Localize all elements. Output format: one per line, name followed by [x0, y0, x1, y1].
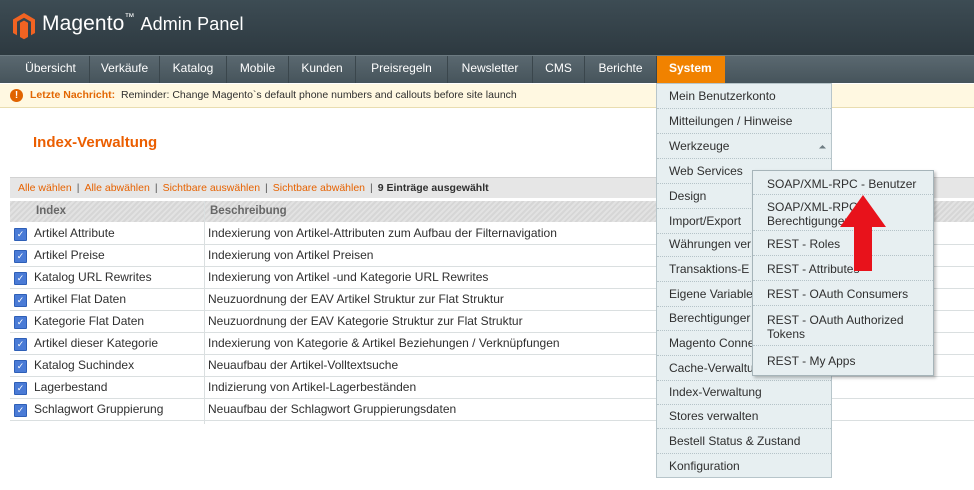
- page-title: Index-Verwaltung: [33, 134, 158, 151]
- row-checkbox[interactable]: ✓: [14, 250, 27, 263]
- menu-item-werkzeuge[interactable]: Werkzeuge: [657, 134, 831, 159]
- separator: |: [265, 182, 268, 194]
- admin-header: Magento™ Admin Panel: [0, 0, 974, 55]
- row-checkbox[interactable]: ✓: [14, 360, 27, 373]
- red-arrow-icon: [840, 195, 886, 271]
- separator: |: [370, 182, 373, 194]
- deselect-all-link[interactable]: Alle abwählen: [84, 182, 149, 194]
- submenu-item-rest-oauth-consumers[interactable]: REST - OAuth Consumers: [753, 281, 933, 306]
- index-description: Indexierung von Artikel -und Kategorie U…: [208, 270, 489, 284]
- nav-item-mobile[interactable]: Mobile: [227, 56, 289, 83]
- menu-item-konfiguration[interactable]: Konfiguration: [657, 454, 831, 479]
- menu-item-stores-verwalten[interactable]: Stores verwalten: [657, 404, 831, 429]
- brand-title[interactable]: Magento™ Admin Panel: [42, 12, 244, 36]
- nav-item-verkaeufe[interactable]: Verkäufe: [90, 56, 160, 83]
- row-checkbox[interactable]: ✓: [14, 404, 27, 417]
- submenu-item-rest-oauth-tokens[interactable]: REST - OAuth Authorized Tokens: [753, 306, 933, 346]
- submenu-label: REST - My Apps: [767, 354, 856, 368]
- row-checkbox[interactable]: ✓: [14, 338, 27, 351]
- menu-item-mitteilungen[interactable]: Mitteilungen / Hinweise: [657, 109, 831, 134]
- nav-item-katalog[interactable]: Katalog: [160, 56, 227, 83]
- select-all-link[interactable]: Alle wählen: [18, 182, 72, 194]
- index-name: Artikel Attribute: [34, 226, 115, 240]
- message-prefix: Letzte Nachricht:: [30, 89, 116, 101]
- submenu-item-rest-my-apps[interactable]: REST - My Apps: [753, 346, 933, 375]
- column-header-description[interactable]: Beschreibung: [210, 201, 287, 222]
- menu-item-mein-benutzerkonto[interactable]: Mein Benutzerkonto: [657, 84, 831, 109]
- index-name: Artikel Flat Daten: [34, 292, 127, 306]
- index-description: Indexierung von Kategorie & Artikel Bezi…: [208, 336, 560, 350]
- magento-logo-icon: [13, 13, 35, 40]
- nav-item-preisregeln[interactable]: Preisregeln: [356, 56, 448, 83]
- row-checkbox[interactable]: ✓: [14, 316, 27, 329]
- index-name: Lagerbestand: [34, 380, 108, 394]
- column-header-index[interactable]: Index: [36, 201, 66, 222]
- index-name: Katalog Suchindex: [34, 358, 135, 372]
- message-text[interactable]: Reminder: Change Magento`s default phone…: [121, 84, 517, 107]
- submenu-label: REST - OAuth Authorized: [767, 313, 904, 327]
- submenu-item-soap-users[interactable]: SOAP/XML-RPC - Benutzer: [753, 171, 933, 195]
- index-name: Kategorie Flat Daten: [34, 314, 145, 328]
- column-divider: [204, 201, 205, 424]
- row-checkbox[interactable]: ✓: [14, 272, 27, 285]
- index-name: Katalog URL Rewrites: [34, 270, 152, 284]
- nav-item-cms[interactable]: CMS: [533, 56, 585, 83]
- main-nav: Übersicht Verkäufe Katalog Mobile Kunden…: [0, 55, 974, 83]
- separator: |: [154, 182, 158, 194]
- row-checkbox[interactable]: ✓: [14, 294, 27, 307]
- index-name: Artikel dieser Kategorie: [34, 336, 159, 350]
- index-name: Schlagwort Gruppierung: [34, 402, 164, 416]
- row-checkbox[interactable]: ✓: [14, 382, 27, 395]
- index-description: Indizierung von Artikel-Lagerbeständen: [208, 380, 417, 394]
- index-description: Neuaufbau der Schlagwort Gruppierungsdat…: [208, 402, 457, 416]
- deselect-visible-link[interactable]: Sichtbare abwählen: [273, 182, 365, 194]
- separator: |: [76, 182, 80, 194]
- index-description: Indexierung von Artikel-Attributen zum A…: [208, 226, 557, 240]
- menu-item-bestell-status[interactable]: Bestell Status & Zustand: [657, 429, 831, 454]
- select-visible-link[interactable]: Sichtbare auswählen: [163, 182, 260, 194]
- nav-item-uebersicht[interactable]: Übersicht: [12, 56, 90, 83]
- menu-item-index-verwaltung[interactable]: Index-Verwaltung: [657, 380, 831, 405]
- index-description: Neuzuordnung der EAV Artikel Struktur zu…: [208, 292, 504, 306]
- index-description: Neuaufbau der Artikel-Volltextsuche: [208, 358, 399, 372]
- brand-name: Magento: [42, 12, 125, 35]
- row-checkbox[interactable]: ✓: [14, 228, 27, 241]
- nav-item-kunden[interactable]: Kunden: [289, 56, 356, 83]
- submenu-label: REST - OAuth Consumers: [767, 287, 909, 301]
- index-description: Neuzuordnung der EAV Kategorie Struktur …: [208, 314, 523, 328]
- exclamation-icon: !: [10, 89, 23, 102]
- nav-item-berichte[interactable]: Berichte: [585, 56, 657, 83]
- index-description: Indexierung von Artikel Preisen: [208, 248, 374, 262]
- selected-count: 9 Einträge ausgewählt: [377, 182, 489, 194]
- submenu-label: Tokens: [767, 327, 806, 341]
- nav-item-newsletter[interactable]: Newsletter: [448, 56, 533, 83]
- index-name: Artikel Preise: [34, 248, 105, 262]
- nav-item-system[interactable]: System: [657, 56, 725, 83]
- brand-suffix: Admin Panel: [140, 14, 244, 34]
- submenu-label: SOAP/XML-RPC - Benutzer: [767, 177, 917, 191]
